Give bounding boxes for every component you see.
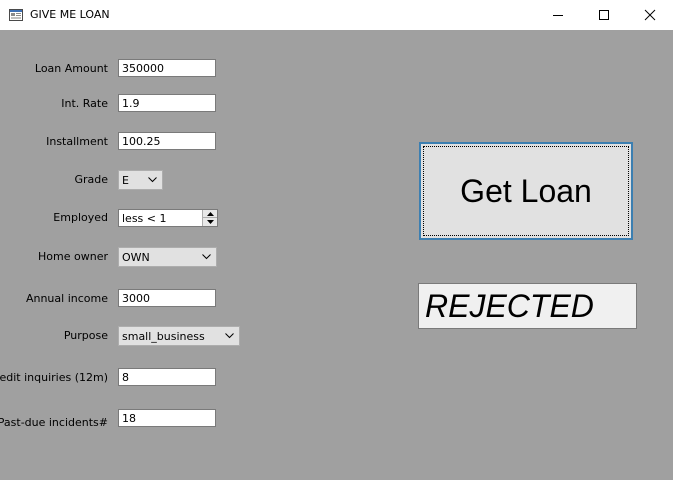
maximize-icon <box>599 10 609 20</box>
credit-inquiries-input[interactable]: 8 <box>118 368 216 386</box>
spin-up-button[interactable] <box>202 210 217 218</box>
purpose-label: Purpose <box>63 329 108 342</box>
past-due-input[interactable]: 18 <box>118 409 216 427</box>
title-bar: GIVE ME LOAN <box>0 0 673 30</box>
close-button[interactable] <box>627 0 673 30</box>
result-status: REJECTED <box>418 283 637 329</box>
app-icon <box>9 8 23 22</box>
home-owner-value: OWN <box>122 251 150 264</box>
installment-input[interactable]: 100.25 <box>118 132 216 150</box>
form-area: Loan Amount 350000 Int. Rate 1.9 Install… <box>0 30 673 480</box>
employed-value: less < 1 <box>122 212 167 225</box>
maximize-button[interactable] <box>581 0 627 30</box>
purpose-value: small_business <box>122 330 205 343</box>
grade-label: Grade <box>74 173 108 186</box>
get-loan-button[interactable]: Get Loan <box>419 142 633 240</box>
loan-amount-input[interactable]: 350000 <box>118 59 216 77</box>
close-icon <box>644 9 656 21</box>
minimize-icon <box>553 15 563 16</box>
installment-label: Installment <box>46 135 108 148</box>
arrow-up-icon <box>207 212 214 216</box>
grade-value: E <box>122 174 129 187</box>
chevron-down-icon <box>202 254 211 260</box>
purpose-select[interactable]: small_business <box>118 326 240 346</box>
past-due-label: Past-due incidents# <box>0 416 108 429</box>
credit-inquiries-label: Credit inquiries (12m) <box>0 371 108 384</box>
minimize-button[interactable] <box>535 0 581 30</box>
grade-select[interactable]: E <box>118 170 163 190</box>
int-rate-input[interactable]: 1.9 <box>118 94 216 112</box>
home-owner-label: Home owner <box>38 250 108 263</box>
home-owner-select[interactable]: OWN <box>118 247 217 267</box>
annual-income-label: Annual income <box>25 292 108 305</box>
chevron-down-icon <box>148 177 157 183</box>
employed-spinner[interactable]: less < 1 <box>118 209 218 227</box>
int-rate-label: Int. Rate <box>61 97 108 110</box>
chevron-down-icon <box>225 333 234 339</box>
spin-down-button[interactable] <box>202 218 217 226</box>
arrow-down-icon <box>207 220 214 224</box>
window-title: GIVE ME LOAN <box>30 8 110 21</box>
loan-amount-label: Loan Amount <box>34 62 108 75</box>
annual-income-input[interactable]: 3000 <box>118 289 216 307</box>
employed-label: Employed <box>53 211 108 224</box>
